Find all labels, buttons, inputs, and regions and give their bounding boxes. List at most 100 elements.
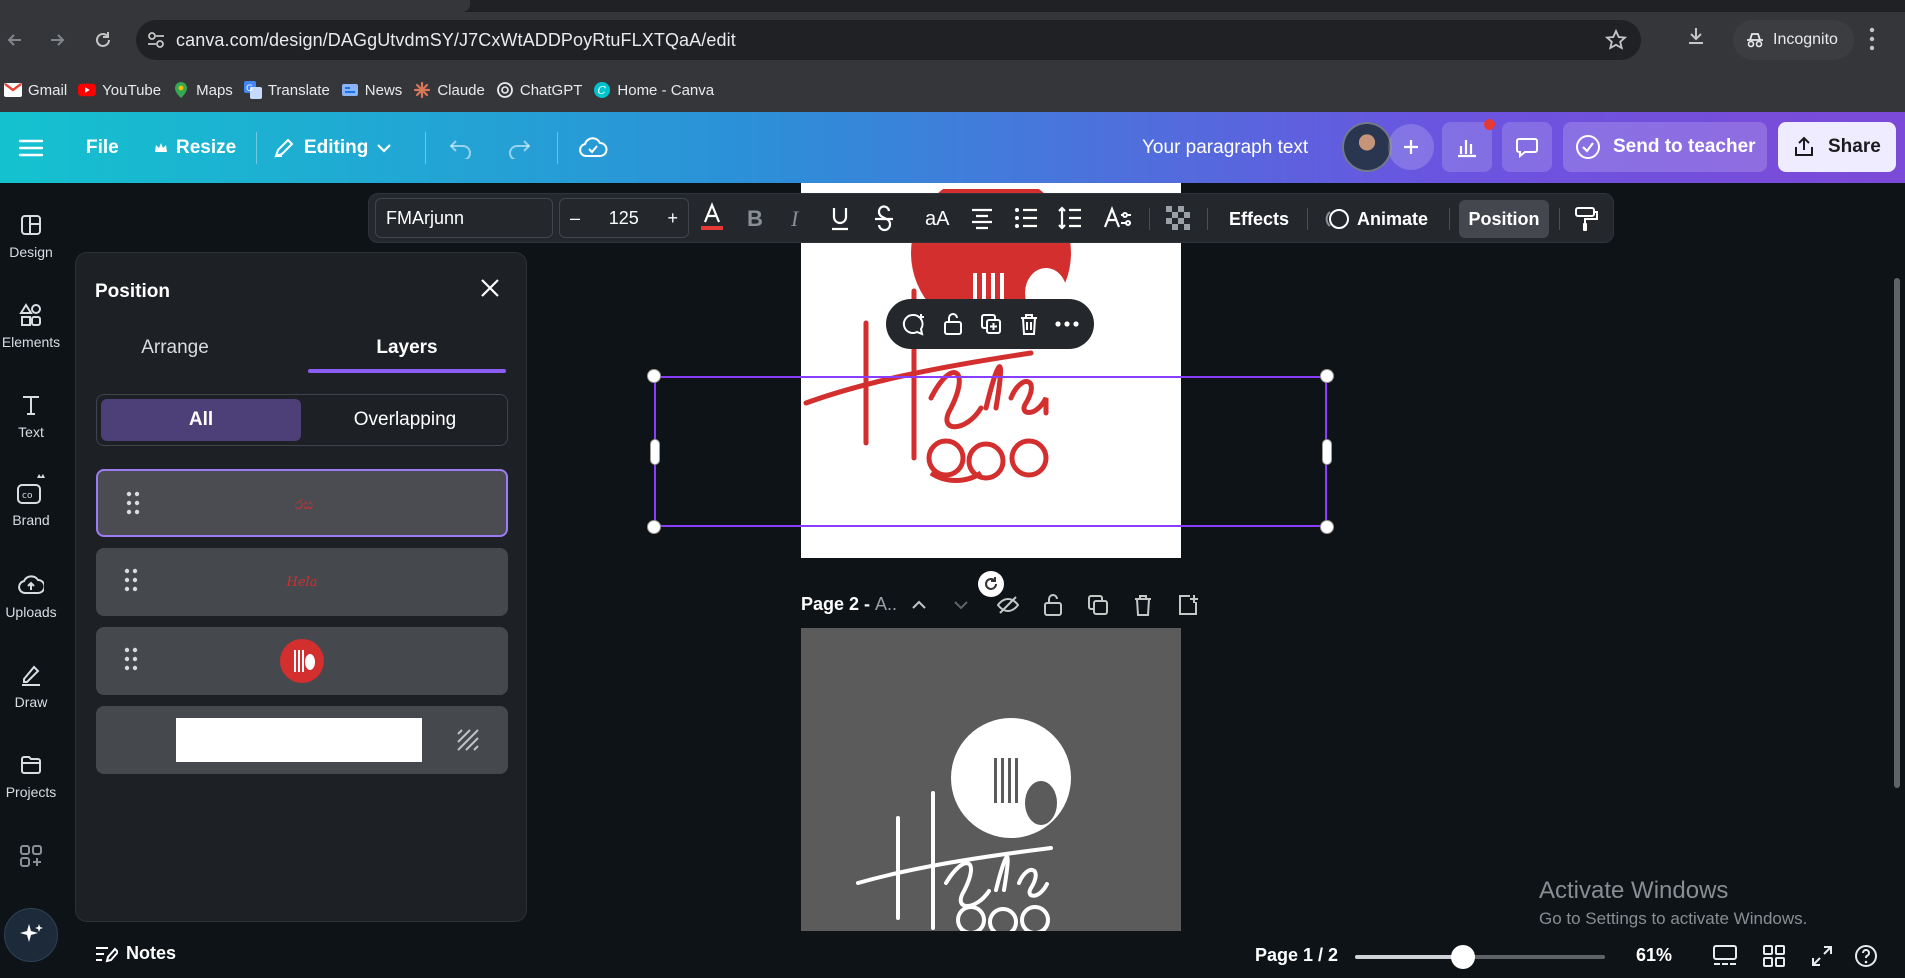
zoom-slider-knob[interactable]	[1450, 945, 1475, 969]
bookmark-maps[interactable]: Maps	[170, 76, 242, 104]
position-button[interactable]: Position	[1459, 200, 1549, 238]
bullet-list-icon[interactable]	[1013, 205, 1039, 231]
send-to-teacher-button[interactable]: Send to teacher	[1563, 122, 1767, 172]
filter-overlapping-button[interactable]: Overlapping	[307, 399, 503, 441]
text-settings-icon[interactable]	[1103, 205, 1133, 231]
reload-icon[interactable]	[88, 25, 118, 55]
add-page-icon[interactable]	[1176, 593, 1200, 617]
rail-uploads[interactable]: Uploads	[0, 573, 62, 620]
drag-handle-icon[interactable]	[124, 568, 138, 592]
case-button[interactable]: aA	[925, 194, 949, 244]
comment-add-icon[interactable]	[901, 312, 927, 336]
grid-view-pages-icon[interactable]	[1712, 944, 1738, 968]
notes-button[interactable]: Notes	[94, 943, 176, 964]
address-bar[interactable]: canva.com/design/DAGgUtvdmSY/J7CxWtADDPo…	[136, 20, 1641, 60]
close-icon[interactable]	[479, 277, 501, 299]
resize-handle-left[interactable]	[650, 439, 660, 465]
font-family-select[interactable]: FMArjunn	[375, 198, 553, 238]
chevron-down-icon[interactable]	[952, 593, 970, 617]
page-indicator[interactable]: Page 1 / 2	[1255, 945, 1338, 966]
line-spacing-icon[interactable]	[1057, 205, 1083, 231]
undo-icon[interactable]	[448, 112, 474, 183]
resize-button[interactable]: Resize	[154, 112, 236, 183]
forward-arrow-icon[interactable]	[42, 25, 72, 55]
cloud-save-icon[interactable]	[578, 112, 608, 183]
canvas-scrollbar[interactable]	[1894, 278, 1900, 788]
rail-draw[interactable]: Draw	[0, 663, 62, 710]
copy-style-roller-icon[interactable]	[1573, 205, 1599, 233]
duplicate-page-icon[interactable]	[1086, 593, 1110, 617]
rail-brand[interactable]: co Brand	[0, 473, 62, 528]
resize-handle-tr[interactable]	[1320, 369, 1334, 383]
page-2[interactable]	[801, 628, 1181, 931]
rail-apps[interactable]	[0, 843, 62, 869]
help-icon[interactable]	[1854, 944, 1878, 968]
redo-icon[interactable]	[506, 112, 532, 183]
layer-item-logo-circle[interactable]	[96, 627, 508, 695]
resize-handle-bl[interactable]	[647, 520, 661, 534]
document-title[interactable]: Your paragraph text	[1142, 112, 1308, 183]
italic-icon[interactable]: I	[787, 205, 807, 231]
magic-sparkle-icon[interactable]	[4, 908, 58, 962]
effects-button[interactable]: Effects	[1229, 194, 1289, 244]
active-tab[interactable]	[0, 0, 470, 12]
resize-handle-br[interactable]	[1320, 520, 1334, 534]
back-arrow-icon[interactable]	[0, 25, 30, 55]
lock-icon[interactable]	[942, 312, 964, 336]
bookmark-translate[interactable]: G Translate	[242, 76, 339, 104]
strikethrough-icon[interactable]	[873, 205, 895, 233]
add-collaborator-button[interactable]	[1388, 124, 1434, 170]
chevron-up-icon[interactable]	[910, 593, 928, 617]
align-center-icon[interactable]	[969, 205, 995, 231]
underline-icon[interactable]	[829, 205, 851, 233]
zoom-percentage[interactable]: 61%	[1636, 945, 1672, 966]
animate-button[interactable]: Animate	[1325, 194, 1428, 244]
text-color-icon[interactable]	[699, 202, 725, 232]
tab-layers[interactable]: Layers	[308, 337, 506, 373]
bookmark-youtube[interactable]: YouTube	[76, 76, 170, 104]
share-button[interactable]: Share	[1778, 122, 1896, 172]
hide-page-icon[interactable]	[996, 593, 1020, 617]
drag-handle-icon[interactable]	[126, 491, 140, 515]
bold-icon[interactable]: B	[745, 205, 765, 231]
font-size-decrease-button[interactable]: –	[570, 208, 580, 229]
incognito-chip[interactable]: Incognito	[1733, 20, 1854, 60]
bookmark-chatgpt[interactable]: ChatGPT	[494, 76, 592, 104]
insights-button[interactable]	[1442, 122, 1492, 172]
rail-elements[interactable]: Elements	[0, 303, 62, 350]
grid-view-icon[interactable]	[1762, 944, 1786, 968]
font-size-increase-button[interactable]: +	[667, 208, 678, 229]
file-menu-button[interactable]: File	[86, 112, 119, 183]
download-icon[interactable]	[1684, 24, 1708, 48]
drag-handle-icon[interactable]	[124, 647, 138, 671]
resize-handle-right[interactable]	[1322, 439, 1332, 465]
trash-icon[interactable]	[1018, 312, 1040, 336]
duplicate-icon[interactable]	[979, 312, 1003, 336]
resize-handle-tl[interactable]	[647, 369, 661, 383]
site-settings-icon[interactable]	[136, 30, 176, 50]
layer-item-hela-text[interactable]: Hela	[96, 548, 508, 616]
canvas-area[interactable]	[527, 183, 1905, 935]
layer-item-background[interactable]	[96, 706, 508, 774]
filter-all-button[interactable]: All	[101, 399, 301, 441]
page-2-title[interactable]: Page 2 - A..	[801, 594, 897, 615]
bookmark-star-icon[interactable]	[1605, 29, 1627, 51]
tab-arrange[interactable]: Arrange	[92, 337, 258, 373]
delete-page-icon[interactable]	[1132, 593, 1154, 617]
rail-projects[interactable]: Projects	[0, 753, 62, 800]
page-lock-icon[interactable]	[1042, 593, 1064, 617]
bookmark-news[interactable]: News	[339, 76, 412, 104]
comments-button[interactable]	[1502, 122, 1552, 172]
more-options-icon[interactable]	[1054, 321, 1079, 327]
layer-item-sinhala-text[interactable]: රස	[96, 469, 508, 537]
bookmark-canva[interactable]: C Home - Canva	[591, 76, 723, 104]
rail-design[interactable]: Design	[0, 213, 62, 260]
browser-menu-icon[interactable]	[1868, 26, 1876, 52]
font-size-value[interactable]: 125	[609, 208, 639, 229]
selection-box[interactable]	[654, 376, 1327, 527]
transparency-icon[interactable]	[1165, 205, 1191, 231]
rail-text[interactable]: Text	[0, 393, 62, 440]
fullscreen-icon[interactable]	[1810, 944, 1834, 968]
bookmark-gmail[interactable]: Gmail	[2, 76, 76, 104]
avatar[interactable]	[1342, 122, 1392, 172]
